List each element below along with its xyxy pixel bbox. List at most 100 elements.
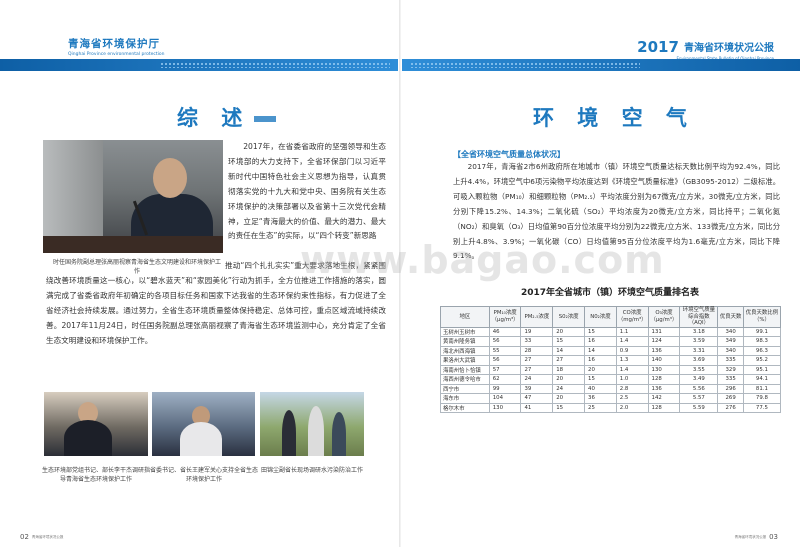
table-cell: 15 — [552, 336, 586, 347]
table-cell: 3.18 — [679, 326, 719, 337]
table-cell: 335 — [717, 374, 744, 385]
table-cell: 81.1 — [742, 383, 782, 394]
title-deco — [254, 116, 277, 122]
th-pm10: PM₁₀浓度 （μg/m³） — [488, 306, 522, 328]
table-row: 西宁市 99 39 24 40 2.8 136 5.56 296 81.1 — [440, 383, 782, 394]
table-cell: 349 — [717, 336, 744, 347]
table-cell: 20 — [584, 364, 617, 375]
table-cell: 3.69 — [679, 355, 719, 366]
table-cell: 25 — [584, 402, 617, 413]
header-dots-left — [160, 62, 390, 68]
table-header-row: 地区 PM₁₀浓度 （μg/m³） PM₂.₅浓度 S0₂浓度 N0₂浓度 CO浓… — [440, 306, 782, 328]
table-cell: 128 — [647, 374, 681, 385]
overview-paragraph-1: 2017年，在省委省政府的坚强领导和生态环境部的大力支持下，全省环保部门以习近平… — [228, 142, 386, 241]
table-cell: 104 — [488, 393, 522, 404]
main-photo — [43, 140, 223, 253]
table-cell: 98.3 — [742, 336, 782, 347]
table-cell: 3.31 — [679, 345, 719, 356]
photo-minister-visit — [44, 392, 148, 456]
header-year: 2017 — [637, 37, 679, 56]
header-bulletin-title: 青海省环境状况公报 — [684, 43, 774, 54]
table-cell: 36 — [584, 393, 617, 404]
unit-label: （μg/m³） — [491, 316, 519, 323]
ranking-table-title: 2017年全省城市（镇）环境空气质量排名表 — [520, 288, 700, 298]
table-cell: 95.1 — [742, 364, 782, 375]
table-cell: 28 — [520, 345, 554, 356]
header-left: 青海省环境保护厅 Qinghai Province environmental … — [68, 36, 164, 57]
table-cell: 136 — [647, 383, 681, 394]
table-cell: 3.59 — [679, 336, 719, 347]
table-cell: 79.8 — [742, 393, 782, 404]
watermark: www.bagao.com — [300, 238, 665, 282]
table-cell-region: 海东市 — [440, 393, 490, 404]
table-row: 格尔木市 130 41 15 25 2.0 128 5.59 276 77.5 — [440, 402, 782, 413]
table-cell-region: 海北州西海镇 — [440, 345, 490, 356]
table-cell: 14 — [552, 345, 586, 356]
table-cell: 56 — [488, 336, 522, 347]
table-cell-region: 果洛州大武镇 — [440, 355, 490, 366]
table-cell: 47 — [520, 393, 554, 404]
table-cell: 140 — [647, 355, 681, 366]
table-cell-region: 海南州恰卜恰镇 — [440, 364, 490, 375]
table-cell: 335 — [717, 355, 744, 366]
air-quality-ranking-table: 地区 PM₁₀浓度 （μg/m³） PM₂.₅浓度 S0₂浓度 N0₂浓度 CO浓… — [440, 306, 782, 413]
table-cell: 99 — [488, 383, 522, 394]
table-cell: 15 — [552, 402, 586, 413]
th-no2: N0₂浓度 — [584, 306, 617, 328]
table-cell: 124 — [647, 336, 681, 347]
table-cell: 276 — [717, 402, 744, 413]
left-page-number: 02 青海省环境状况公报 — [20, 533, 64, 541]
table-cell: 27 — [520, 364, 554, 375]
air-quality-subhead: 【全省环境空气质量总体状况】 — [453, 150, 565, 159]
table-cell: 27 — [552, 355, 586, 366]
table-cell: 2.0 — [615, 402, 649, 413]
table-cell: 95.2 — [742, 355, 782, 366]
table-cell: 340 — [717, 345, 744, 356]
table-cell: 3.49 — [679, 374, 719, 385]
table-row: 黄南州隆务镇 56 33 15 16 1.4 124 3.59 349 98.3 — [440, 336, 782, 347]
unit-label: （mg/m³） — [617, 316, 647, 323]
table-cell-region: 西宁市 — [440, 383, 490, 394]
table-cell: 5.56 — [679, 383, 719, 394]
table-cell: 55 — [488, 345, 522, 356]
table-cell: 131 — [647, 326, 681, 337]
table-row: 海西州德令哈市 62 24 20 15 1.0 128 3.49 335 94.1 — [440, 374, 782, 385]
table-cell: 46 — [488, 326, 522, 337]
table-cell: 18 — [552, 364, 586, 375]
photo-governor-meeting — [152, 392, 255, 456]
header-org-name-en: Qinghai Province environmental protectio… — [68, 52, 165, 57]
table-cell: 3.55 — [679, 364, 719, 375]
table-cell-region: 海西州德令哈市 — [440, 374, 490, 385]
table-cell: 1.4 — [615, 336, 649, 347]
table-cell: 41 — [520, 402, 554, 413]
table-row: 海东市 104 47 20 36 2.5 142 5.57 269 79.8 — [440, 393, 782, 404]
table-cell: 1.0 — [615, 374, 649, 385]
photo-vice-governor-field — [260, 392, 364, 456]
table-cell: 329 — [717, 364, 744, 375]
table-cell-region: 玉树州玉树市 — [440, 326, 490, 337]
table-cell: 94.1 — [742, 374, 782, 385]
table-cell: 20 — [552, 326, 586, 337]
table-cell: 340 — [717, 326, 744, 337]
table-row: 玉树州玉树市 46 19 20 15 1.1 131 3.18 340 99.1 — [440, 326, 782, 337]
table-cell: 0.9 — [615, 345, 649, 356]
table-cell: 5.59 — [679, 402, 719, 413]
table-cell: 20 — [552, 393, 586, 404]
table-row: 海北州西海镇 55 28 14 14 0.9 136 3.31 340 96.3 — [440, 345, 782, 356]
table-cell: 2.8 — [615, 383, 649, 394]
table-cell: 14 — [584, 345, 617, 356]
th-good-ratio: 优良天数比例（%） — [742, 306, 782, 328]
table-cell: 2.5 — [615, 393, 649, 404]
table-cell: 1.3 — [615, 355, 649, 366]
table-row: 果洛州大武镇 56 27 27 16 1.3 140 3.69 335 95.2 — [440, 355, 782, 366]
th-so2: S0₂浓度 — [552, 306, 586, 328]
table-cell: 5.57 — [679, 393, 719, 404]
table-cell: 19 — [520, 326, 554, 337]
table-cell: 24 — [520, 374, 554, 385]
table-cell: 128 — [647, 402, 681, 413]
caption-governor: 省委书记、省长王建军关心支持全省生态环境保护工作 — [150, 467, 259, 483]
th-aqi: 环境空气质量综合指数（AQI） — [679, 306, 719, 328]
table-cell: 296 — [717, 383, 744, 394]
table-cell: 142 — [647, 393, 681, 404]
header-right: 2017 青海省环境状况公报 Environmental State Bulle… — [637, 36, 774, 61]
